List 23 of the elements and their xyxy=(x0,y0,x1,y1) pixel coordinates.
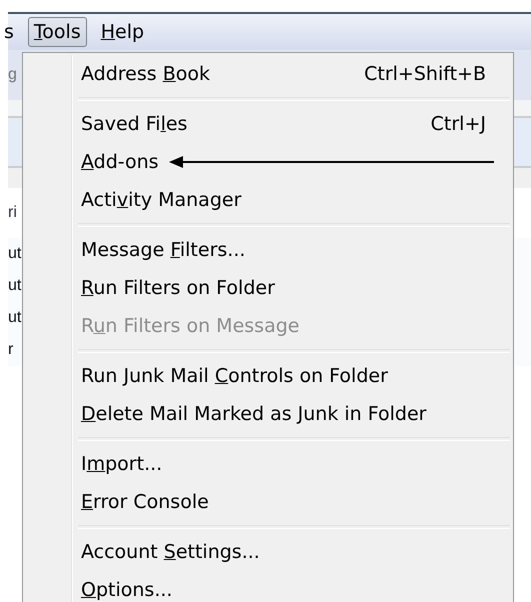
menu-item[interactable]: Run Junk Mail Controls on Folder xyxy=(26,357,510,395)
text-fragment: r xyxy=(8,342,14,358)
menu-item[interactable]: Import... xyxy=(26,445,510,483)
menu-bar-item[interactable]: s xyxy=(3,17,20,47)
menu-item[interactable]: Run Filters on Folder xyxy=(26,269,510,307)
menu-item[interactable]: Activity Manager xyxy=(26,181,510,219)
text-fragment: g xyxy=(8,67,17,83)
menu-item[interactable]: Delete Mail Marked as Junk in Folder xyxy=(26,395,510,433)
shortcut-label: Ctrl+Shift+B xyxy=(364,63,486,85)
menu-item[interactable]: Add-ons xyxy=(26,143,510,181)
menu-bar-item[interactable]: Tools xyxy=(28,17,87,47)
menu-item[interactable]: Message Filters... xyxy=(26,231,510,269)
text-fragment: ri xyxy=(8,205,17,221)
menu-item[interactable]: Account Settings... xyxy=(26,533,510,571)
menu-item[interactable]: Error Console xyxy=(26,483,510,521)
text-fragment: ut xyxy=(8,310,22,326)
menu-item[interactable]: Address Book Ctrl+Shift+B xyxy=(26,55,510,93)
text-fragment: ut xyxy=(8,278,22,294)
shortcut-label: Ctrl+J xyxy=(430,113,486,135)
text-fragment: ut xyxy=(8,246,22,262)
menu-bar-item[interactable]: Help xyxy=(94,17,150,47)
menu-item[interactable]: Saved Files Ctrl+J xyxy=(26,105,510,143)
menu-item[interactable]: Options... xyxy=(26,571,510,602)
